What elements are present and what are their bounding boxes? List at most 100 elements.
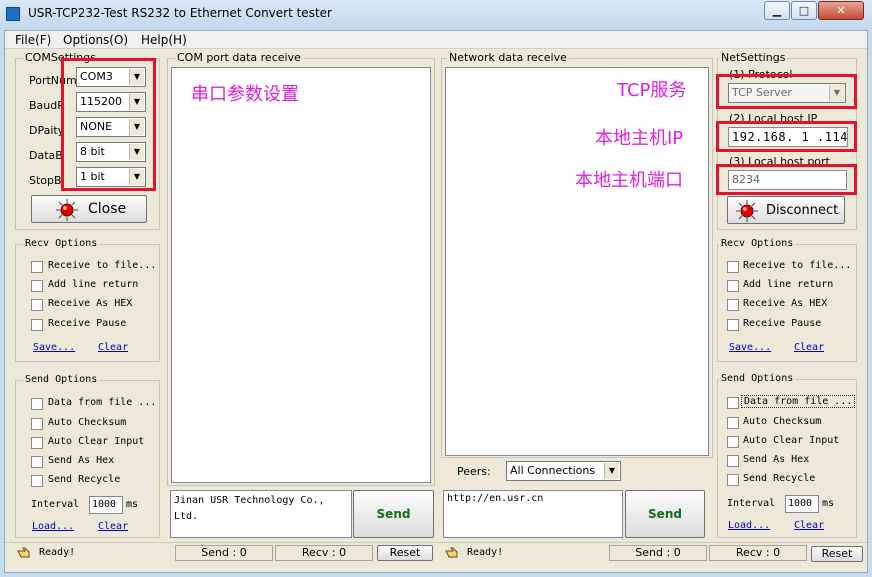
right-send-recycle-label: Send Recycle xyxy=(743,473,816,484)
left-data-from-file-label: Data from file ... xyxy=(48,397,157,408)
left-auto-checksum-checkbox[interactable] xyxy=(31,418,43,430)
close-window-button[interactable]: ✕ xyxy=(818,1,864,20)
left-send-as-hex-checkbox[interactable] xyxy=(31,456,43,468)
menu-help[interactable]: Help(H) xyxy=(141,33,187,47)
right-send-recycle-checkbox[interactable] xyxy=(727,474,739,486)
left-auto-checksum-label: Auto Checksum xyxy=(48,417,127,428)
databits-select[interactable]: 8 bit ▼ xyxy=(76,142,146,162)
menu-file[interactable]: File(F) xyxy=(15,33,51,47)
portnum-select[interactable]: COM3 ▼ xyxy=(76,67,146,87)
maximize-button[interactable]: □ xyxy=(791,1,817,20)
right-interval-label: Interval xyxy=(727,498,776,509)
right-load-link[interactable]: Load... xyxy=(728,520,770,531)
right-data-from-file-checkbox[interactable] xyxy=(727,397,739,409)
right-save-link[interactable]: Save... xyxy=(729,342,771,353)
baudrate-label: BaudR xyxy=(29,99,65,112)
right-send-clear-link[interactable]: Clear xyxy=(794,520,824,531)
right-auto-clear-input-label: Auto Clear Input xyxy=(743,435,840,446)
stopbits-select[interactable]: 1 bit ▼ xyxy=(76,167,146,187)
right-receive-to-file-label: Receive to file... xyxy=(743,260,852,271)
baudrate-select[interactable]: 115200 ▼ xyxy=(76,92,146,112)
right-receive-to-file-checkbox[interactable] xyxy=(727,261,739,273)
left-recv-clear-link[interactable]: Clear xyxy=(98,342,128,353)
com-receive-textarea[interactable] xyxy=(171,67,431,483)
right-send-count: Send : 0 xyxy=(609,545,707,561)
right-auto-clear-input-checkbox[interactable] xyxy=(727,436,739,448)
red-light-icon xyxy=(736,200,758,222)
net-receive-legend: Network data receive xyxy=(447,51,569,64)
left-status-ready: Ready! xyxy=(39,547,76,558)
left-save-link[interactable]: Save... xyxy=(33,342,75,353)
dropdown-arrow-icon: ▼ xyxy=(129,144,144,160)
close-port-button[interactable]: Close xyxy=(31,195,147,223)
right-interval-input[interactable]: 1000 xyxy=(785,495,819,513)
right-add-line-return-checkbox[interactable] xyxy=(727,280,739,292)
menu-bar: File(F) Options(O) Help(H) xyxy=(5,31,867,49)
portnum-value: COM3 xyxy=(80,70,113,83)
right-send-as-hex-label: Send As Hex xyxy=(743,454,810,465)
left-send-as-hex-label: Send As Hex xyxy=(48,455,115,466)
title-bar[interactable]: USR-TCP232-Test RS232 to Ethernet Conver… xyxy=(0,0,872,30)
right-receive-as-hex-checkbox[interactable] xyxy=(727,299,739,311)
left-send-clear-link[interactable]: Clear xyxy=(98,521,128,532)
left-interval-input[interactable]: 1000 xyxy=(89,496,123,514)
local-ip-highlight xyxy=(716,121,857,152)
right-send-as-hex-checkbox[interactable] xyxy=(727,455,739,467)
left-receive-as-hex-checkbox[interactable] xyxy=(31,299,43,311)
left-reset-button[interactable]: Reset xyxy=(377,545,433,561)
left-send-recycle-label: Send Recycle xyxy=(48,474,121,485)
app-icon xyxy=(6,7,20,21)
left-send-options-legend: Send Options xyxy=(23,374,100,385)
right-status-ready: Ready! xyxy=(467,547,504,558)
dropdown-arrow-icon: ▼ xyxy=(129,69,144,85)
net-send-button[interactable]: Send xyxy=(625,490,705,538)
right-recv-options-legend: Recv Options xyxy=(719,238,796,249)
databits-label: DataB xyxy=(29,149,63,162)
peers-label: Peers: xyxy=(457,465,491,478)
left-send-count: Send : 0 xyxy=(175,545,273,561)
left-interval-unit: ms xyxy=(126,499,139,510)
left-load-link[interactable]: Load... xyxy=(32,521,74,532)
dropdown-arrow-icon: ▼ xyxy=(604,463,619,479)
right-recv-count: Recv : 0 xyxy=(709,545,807,561)
dropdown-arrow-icon: ▼ xyxy=(129,119,144,135)
left-send-recycle-checkbox[interactable] xyxy=(31,475,43,487)
right-reset-button[interactable]: Reset xyxy=(811,546,863,562)
stopbits-value: 1 bit xyxy=(80,170,105,183)
left-data-from-file-checkbox[interactable] xyxy=(31,398,43,410)
minimize-button[interactable]: ▁ xyxy=(764,1,790,20)
databits-value: 8 bit xyxy=(80,145,105,158)
right-recv-clear-link[interactable]: Clear xyxy=(794,342,824,353)
peers-value: All Connections xyxy=(510,464,596,477)
right-auto-checksum-checkbox[interactable] xyxy=(727,417,739,429)
left-receive-pause-checkbox[interactable] xyxy=(31,319,43,331)
menu-options[interactable]: Options(O) xyxy=(63,33,128,47)
hand-pointer-icon xyxy=(17,547,30,558)
main-window: File(F) Options(O) Help(H) COMSettings P… xyxy=(4,30,868,573)
left-recv-count: Recv : 0 xyxy=(275,545,373,561)
local-port-highlight xyxy=(716,164,857,195)
local-ip-annotation: 本地主机IP xyxy=(595,128,684,149)
com-send-button[interactable]: Send xyxy=(353,490,434,538)
left-receive-to-file-checkbox[interactable] xyxy=(31,261,43,273)
com-send-input[interactable]: Jinan USR Technology Co., Ltd. xyxy=(170,490,352,538)
parity-select[interactable]: NONE ▼ xyxy=(76,117,146,137)
left-add-line-return-checkbox[interactable] xyxy=(31,280,43,292)
disconnect-button[interactable]: Disconnect xyxy=(727,196,845,224)
left-receive-pause-label: Receive Pause xyxy=(48,318,127,329)
left-receive-as-hex-label: Receive As HEX xyxy=(48,298,133,309)
left-recv-options-legend: Recv Options xyxy=(23,238,100,249)
protocol-highlight xyxy=(716,74,857,109)
left-interval-label: Interval xyxy=(31,499,80,510)
right-receive-pause-label: Receive Pause xyxy=(743,318,822,329)
peers-select[interactable]: All Connections ▼ xyxy=(506,461,621,481)
left-auto-clear-input-checkbox[interactable] xyxy=(31,437,43,449)
local-port-annotation: 本地主机端口 xyxy=(575,170,683,191)
right-auto-checksum-label: Auto Checksum xyxy=(743,416,822,427)
left-receive-to-file-label: Receive to file... xyxy=(48,260,157,271)
right-interval-unit: ms xyxy=(822,498,835,509)
right-receive-pause-checkbox[interactable] xyxy=(727,319,739,331)
net-send-input[interactable]: http://en.usr.cn xyxy=(443,490,623,538)
left-auto-clear-input-label: Auto Clear Input xyxy=(48,436,145,447)
tcp-server-annotation: TCP服务 xyxy=(617,80,687,101)
